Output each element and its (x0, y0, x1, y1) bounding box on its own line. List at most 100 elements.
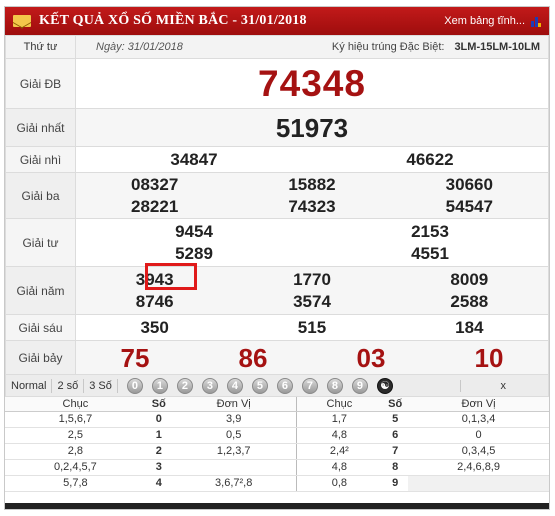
prize-number: 8746 (135, 291, 174, 311)
col-donvi: Đơn Vị (408, 397, 549, 412)
prize-db-number: 74348 (75, 58, 549, 109)
digit-6-button[interactable]: 6 (276, 377, 293, 394)
cell: 1 (145, 427, 172, 444)
cell (171, 459, 297, 476)
cell: 0,3,4,5 (408, 443, 549, 460)
cell: 3,9 (171, 411, 297, 428)
prize-number: 75 (120, 342, 150, 373)
envelope-icon (13, 15, 31, 27)
cell: 2,4,6,8,9 (408, 459, 549, 476)
cell: 9 (382, 475, 409, 492)
cell: 0 (408, 427, 549, 444)
view-static-table-link[interactable]: Xem bảng tĩnh... (444, 15, 525, 27)
prize-label-ba: Giải ba (5, 172, 76, 219)
prize-number: 350 (140, 317, 169, 337)
col-chuc: Chục (5, 397, 146, 412)
prize-number: 5289 (175, 243, 213, 263)
close-filter-button[interactable]: x (459, 379, 506, 392)
cell: 3,6,7²,8 (171, 475, 297, 492)
cell: 7 (382, 443, 409, 460)
prize-number: 34847 (170, 149, 218, 169)
cell: 4 (145, 475, 172, 492)
cell: 0,1,3,4 (408, 411, 549, 428)
prize-number: 28221 (131, 196, 179, 216)
results-table: Thứ tư Ngày: 31/01/2018 Ký hiệu trúng Đặ… (5, 35, 549, 375)
col-so: Số (145, 397, 172, 412)
col-donvi: Đơn Vị (171, 397, 297, 412)
col-chuc: Chục (296, 397, 383, 412)
table-row: 5,7,8 4 3,6,7²,8 0,8 9 (5, 475, 549, 492)
prize-number: 4551 (411, 243, 449, 263)
prize-number: 3574 (293, 291, 331, 311)
digit-7-button[interactable]: 7 (301, 377, 318, 394)
cell: 3 (145, 459, 172, 476)
filter-toolbar: Normal 2 số 3 Số 0 1 2 3 4 5 6 7 8 9 ☯ x (5, 375, 549, 397)
cell: 6 (382, 427, 409, 444)
cell (408, 475, 549, 492)
cell: 8 (382, 459, 409, 476)
signal-bars-icon[interactable] (531, 15, 541, 27)
prize-number: 9454 (175, 221, 213, 241)
panel-title: KẾT QUẢ XỔ SỐ MIỀN BẮC - 31/01/2018 (39, 13, 307, 28)
cell: 2 (145, 443, 172, 460)
cell: 4,8 (296, 427, 383, 444)
draw-date: Ngày: 31/01/2018 (96, 41, 183, 53)
prize-label-db: Giải ĐB (5, 58, 76, 109)
col-so: Số (382, 397, 409, 412)
bottom-bar (5, 503, 549, 509)
digit-3-button[interactable]: 3 (201, 377, 218, 394)
special-code-label: Ký hiệu trúng Đặc Biệt: (331, 41, 445, 53)
cell: 0,5 (171, 427, 297, 444)
prize-label-nam: Giải năm (5, 266, 76, 315)
prize-number: 15882 (288, 174, 336, 194)
prize-number: 46622 (406, 149, 454, 169)
prize-label-tu: Giải tư (5, 218, 76, 267)
cell: 2,4² (296, 443, 383, 460)
prize-number: 03 (356, 342, 386, 373)
prize-number: 8009 (450, 269, 489, 289)
digit-1-button[interactable]: 1 (151, 377, 168, 394)
digit-5-button[interactable]: 5 (251, 377, 268, 394)
digit-4-button[interactable]: 4 (226, 377, 243, 394)
results-panel: KẾT QUẢ XỔ SỐ MIỀN BẮC - 31/01/2018 Xem … (4, 6, 550, 510)
digit-8-button[interactable]: 8 (326, 377, 343, 394)
prize-number: 30660 (445, 174, 493, 194)
table-row: 1,5,6,7 0 3,9 1,7 5 0,1,3,4 (5, 411, 549, 428)
digit-9-button[interactable]: 9 (351, 377, 368, 394)
cell: 1,2,3,7 (171, 443, 297, 460)
digit-2-button[interactable]: 2 (176, 377, 193, 394)
cell: 5 (382, 411, 409, 428)
cell: 0,8 (296, 475, 383, 492)
prize-number: 10 (474, 342, 504, 373)
prize-number: 2588 (450, 291, 489, 311)
highlight-box (145, 263, 197, 290)
prize-label-bay: Giải bảy (5, 340, 76, 375)
prize-number: 08327 (131, 174, 179, 194)
prize-number: 515 (297, 317, 327, 337)
digit-0-button[interactable]: 0 (126, 377, 143, 394)
cell: 1,5,6,7 (5, 411, 146, 428)
cell: 0 (145, 411, 172, 428)
prize-label-nhi: Giải nhì (5, 146, 76, 173)
table-row: 2,5 1 0,5 4,8 6 0 (5, 427, 549, 444)
cell: 2,5 (5, 427, 146, 444)
prize-number: 86 (238, 342, 268, 373)
prize-label-sau: Giải sáu (5, 314, 76, 341)
prize-number: 2153 (411, 221, 449, 241)
cell: 0,2,4,5,7 (5, 459, 146, 476)
prize-number: 184 (455, 317, 484, 337)
table-row: 2,8 2 1,2,3,7 2,4² 7 0,3,4,5 (5, 443, 549, 460)
prize-number: 54547 (445, 196, 493, 216)
prize-number: 1770 (293, 269, 331, 289)
cell: 5,7,8 (5, 475, 146, 492)
three-digit-button[interactable]: 3 Số (84, 378, 118, 393)
prize-label-nhat: Giải nhất (5, 108, 76, 147)
table-row: 0,2,4,5,7 3 4,8 8 2,4,6,8,9 (5, 459, 549, 476)
two-digit-button[interactable]: 2 số (52, 378, 85, 393)
cell: 1,7 (296, 411, 383, 428)
loto-table: Chục Số Đơn Vị Chục Số Đơn Vị 1,5,6,7 0 … (5, 397, 549, 492)
yin-yang-icon[interactable]: ☯ (376, 377, 393, 394)
panel-header: KẾT QUẢ XỔ SỐ MIỀN BẮC - 31/01/2018 Xem … (5, 7, 549, 35)
normal-button[interactable]: Normal (6, 378, 53, 393)
weekday: Thứ tư (5, 35, 76, 59)
